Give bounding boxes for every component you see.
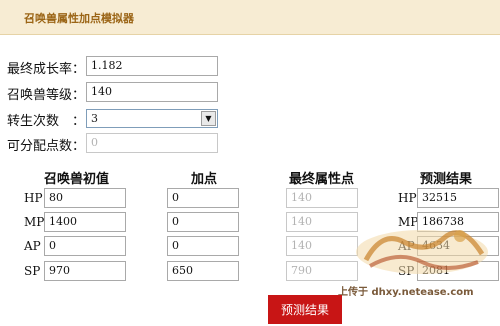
points-input: 0 bbox=[86, 133, 218, 153]
initial-ap-input[interactable]: 0 bbox=[44, 236, 126, 256]
stat-label-sp: SP bbox=[24, 264, 41, 278]
predict-hp-output: 32515 bbox=[417, 188, 499, 208]
stat-label-mp: MP bbox=[24, 215, 45, 229]
header-bar: 召唤兽属性加点模拟器 bbox=[0, 0, 500, 35]
watermark-text: 上传于 dhxy.netease.com bbox=[338, 287, 474, 298]
level-input[interactable]: 140 bbox=[86, 82, 218, 102]
watermark-logo-icon bbox=[356, 230, 488, 274]
final-mp-input: 140 bbox=[286, 212, 358, 232]
initial-hp-input[interactable]: 80 bbox=[44, 188, 126, 208]
growth-input[interactable]: 1.182 bbox=[86, 56, 218, 76]
rebirth-select[interactable]: 3 ▼ bbox=[86, 109, 218, 128]
column-predict-header: 预测结果 bbox=[420, 172, 473, 187]
predict-button[interactable]: 预测结果 bbox=[268, 295, 342, 324]
predict-label-hp: HP bbox=[398, 191, 417, 205]
stat-label-ap: AP bbox=[24, 239, 41, 253]
level-label: 召唤兽等级： bbox=[7, 88, 86, 103]
final-hp-input: 140 bbox=[286, 188, 358, 208]
rebirth-label: 转生次数 ： bbox=[7, 114, 86, 129]
points-label: 可分配点数： bbox=[7, 139, 86, 154]
add-mp-input[interactable]: 0 bbox=[167, 212, 239, 232]
page-title: 召唤兽属性加点模拟器 bbox=[24, 12, 134, 25]
rebirth-value: 3 bbox=[91, 112, 98, 125]
stat-label-hp: HP bbox=[24, 191, 43, 205]
initial-mp-input[interactable]: 1400 bbox=[44, 212, 126, 232]
column-add-header: 加点 bbox=[191, 172, 218, 187]
initial-sp-input[interactable]: 970 bbox=[44, 261, 126, 281]
add-hp-input[interactable]: 0 bbox=[167, 188, 239, 208]
final-sp-input: 790 bbox=[286, 261, 358, 281]
column-final-header: 最终属性点 bbox=[289, 172, 355, 187]
growth-label: 最终成长率： bbox=[7, 62, 86, 77]
column-initial-header: 召唤兽初值 bbox=[44, 172, 110, 187]
chevron-down-icon[interactable]: ▼ bbox=[201, 111, 216, 126]
final-ap-input: 140 bbox=[286, 236, 358, 256]
add-sp-input[interactable]: 650 bbox=[167, 261, 239, 281]
add-ap-input[interactable]: 0 bbox=[167, 236, 239, 256]
